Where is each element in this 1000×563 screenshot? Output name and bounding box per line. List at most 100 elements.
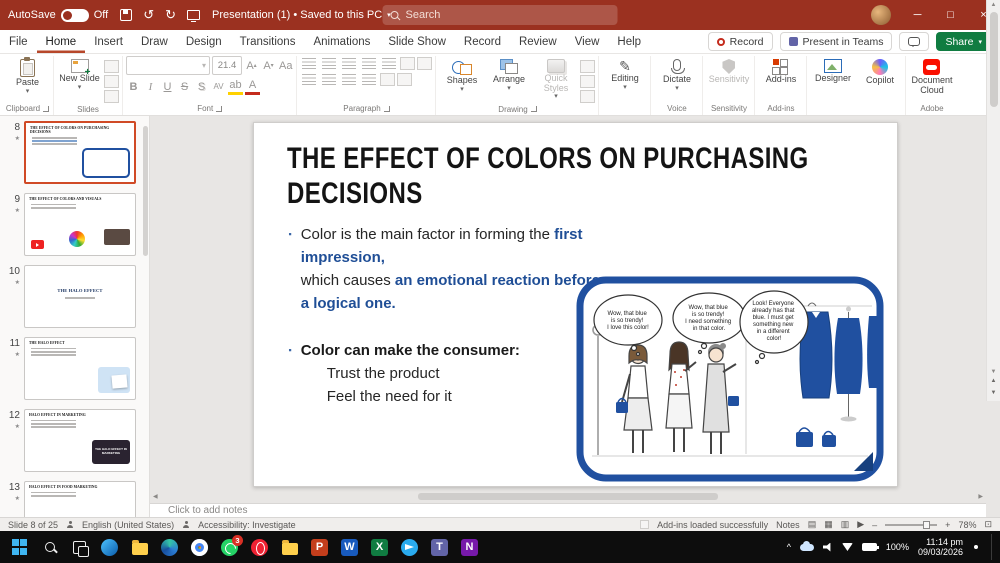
thumbnail-slide-9[interactable]: 9★ THE EFFECT OF COLORS AND VISUALS — [4, 193, 141, 256]
search-input[interactable] — [406, 9, 586, 21]
reset-icon[interactable] — [104, 75, 119, 88]
language-indicator[interactable]: English (United States) — [82, 520, 174, 530]
align-text-icon[interactable] — [417, 57, 432, 70]
underline-button[interactable]: U — [160, 78, 175, 95]
strikethrough-button[interactable]: S — [177, 78, 192, 95]
justify-icon[interactable] — [362, 74, 376, 85]
taskbar-search-button[interactable] — [36, 534, 63, 561]
bold-button[interactable]: B — [126, 78, 141, 95]
battery-icon[interactable] — [862, 543, 877, 551]
tab-animations[interactable]: Animations — [304, 30, 379, 53]
change-case-button[interactable]: Aa — [278, 57, 293, 74]
present-in-teams-button[interactable]: Present in Teams — [780, 32, 893, 51]
align-right-icon[interactable] — [342, 74, 356, 85]
edge-button[interactable] — [156, 534, 183, 561]
user-avatar[interactable] — [871, 5, 891, 25]
widgets-button[interactable] — [96, 534, 123, 561]
tab-view[interactable]: View — [566, 30, 609, 53]
increase-indent-icon[interactable] — [362, 58, 376, 69]
vertical-scrollbar[interactable]: ▲ ▼ ▲ ▼ — [986, 0, 1000, 401]
record-button[interactable]: Record — [708, 32, 773, 51]
onenote-button[interactable]: N — [456, 534, 483, 561]
quick-styles-button[interactable]: Quick Styles ▾ — [533, 56, 578, 100]
word-button[interactable]: W — [336, 534, 363, 561]
comments-button[interactable] — [899, 32, 929, 51]
tab-home[interactable]: Home — [37, 30, 86, 53]
bullets-icon[interactable] — [302, 58, 316, 69]
share-button[interactable]: Share ▾ — [936, 32, 991, 51]
dictate-button[interactable]: Dictate ▾ — [654, 56, 699, 92]
normal-view-icon[interactable]: ▤ — [808, 519, 817, 530]
editing-button[interactable]: ✎ Editing ▾ — [602, 56, 647, 91]
excel-button[interactable]: X — [366, 534, 393, 561]
shapes-button[interactable]: Shapes ▾ — [439, 56, 484, 93]
horizontal-scrollbar[interactable]: ◀ ▶ — [150, 491, 986, 502]
grow-font-button[interactable]: A▴ — [244, 57, 259, 74]
layout-icon[interactable] — [104, 60, 119, 73]
dialog-launcher-icon[interactable] — [216, 106, 222, 112]
zoom-slider[interactable] — [885, 524, 937, 526]
shape-fill-icon[interactable] — [580, 60, 595, 73]
slide-sorter-view-icon[interactable]: ▦ — [824, 519, 833, 530]
shape-outline-icon[interactable] — [580, 75, 595, 88]
sensitivity-button[interactable]: Sensitivity — [706, 56, 751, 85]
fit-slide-icon[interactable]: ⊡ — [984, 519, 992, 530]
align-left-icon[interactable] — [302, 74, 316, 85]
folder-button[interactable] — [276, 534, 303, 561]
document-title[interactable]: Presentation (1) • Saved to this PC ▾ — [212, 9, 391, 21]
horizontal-scroll-thumb[interactable] — [418, 493, 718, 500]
scroll-right-icon[interactable]: ▶ — [978, 493, 983, 500]
zoom-in-button[interactable]: + — [945, 520, 950, 530]
arrange-button[interactable]: Arrange ▾ — [486, 56, 531, 92]
zoom-slider-thumb[interactable] — [923, 521, 930, 529]
decrease-indent-icon[interactable] — [342, 58, 356, 69]
font-color-button[interactable]: A — [245, 78, 260, 95]
accessibility-status[interactable]: Accessibility: Investigate — [198, 520, 296, 530]
minimize-button[interactable]: ─ — [901, 0, 934, 30]
thumbnail-slide-8[interactable]: 8★ THE EFFECT OF COLORS ON PURCHASING DE… — [4, 121, 141, 184]
notification-bell-icon[interactable] — [974, 545, 978, 549]
notes-pane[interactable]: Click to add notes — [150, 503, 986, 517]
undo-icon[interactable]: ↺ — [143, 7, 154, 23]
columns-icon[interactable] — [380, 73, 395, 86]
onedrive-icon[interactable] — [800, 544, 814, 551]
chrome-button[interactable] — [186, 534, 213, 561]
section-icon[interactable] — [104, 90, 119, 103]
previous-slide-button[interactable]: ▲ — [991, 375, 997, 387]
save-icon[interactable] — [120, 9, 132, 21]
thumbnail-slide-10[interactable]: 10★ THE HALO EFFECT — [4, 265, 141, 328]
numbering-icon[interactable] — [322, 58, 336, 69]
slide-title[interactable]: THE EFFECT OF COLORS ON PURCHASING DECIS… — [287, 141, 939, 211]
line-spacing-icon[interactable] — [382, 58, 396, 69]
dialog-launcher-icon[interactable] — [43, 106, 49, 112]
taskbar-clock[interactable]: 11:14 pm 09/03/2026 — [918, 537, 963, 558]
slide-illustration[interactable]: Wow, that blue is so trendy! I love this… — [576, 276, 884, 482]
tab-draw[interactable]: Draw — [132, 30, 177, 53]
slideshow-icon[interactable] — [187, 10, 200, 20]
tab-help[interactable]: Help — [608, 30, 650, 53]
telegram-button[interactable] — [396, 534, 423, 561]
teams-button[interactable]: T — [426, 534, 453, 561]
align-center-icon[interactable] — [322, 74, 336, 85]
vertical-scroll-thumb[interactable] — [990, 12, 998, 107]
file-explorer-button[interactable] — [126, 534, 153, 561]
thumbnail-slide-12[interactable]: 12★ HALO EFFECT IN MARKETING THE HALO EF… — [4, 409, 141, 472]
volume-icon[interactable] — [823, 543, 833, 552]
dialog-launcher-icon[interactable] — [384, 106, 390, 112]
search-bar[interactable] — [383, 5, 618, 25]
tray-expand-icon[interactable]: ^ — [787, 542, 791, 552]
thumbnail-slide-13[interactable]: 13★ HALO EFFECT IN FOOD MARKETING — [4, 481, 141, 517]
scroll-left-icon[interactable]: ◀ — [153, 493, 158, 500]
maximize-button[interactable]: □ — [934, 0, 967, 30]
addins-button[interactable]: Add-ins — [758, 56, 803, 85]
new-slide-button[interactable]: New Slide ▾ — [57, 56, 102, 91]
shrink-font-button[interactable]: A▾ — [261, 57, 276, 74]
text-direction-icon[interactable] — [400, 57, 415, 70]
tab-insert[interactable]: Insert — [85, 30, 132, 53]
italic-button[interactable]: I — [143, 78, 158, 95]
thumbnail-scrollbar[interactable] — [143, 126, 148, 256]
highlight-color-button[interactable]: ab — [228, 78, 243, 95]
slide-indicator[interactable]: Slide 8 of 25 — [8, 520, 58, 530]
redo-icon[interactable]: ↻ — [165, 7, 176, 23]
zoom-out-button[interactable]: – — [872, 520, 877, 530]
